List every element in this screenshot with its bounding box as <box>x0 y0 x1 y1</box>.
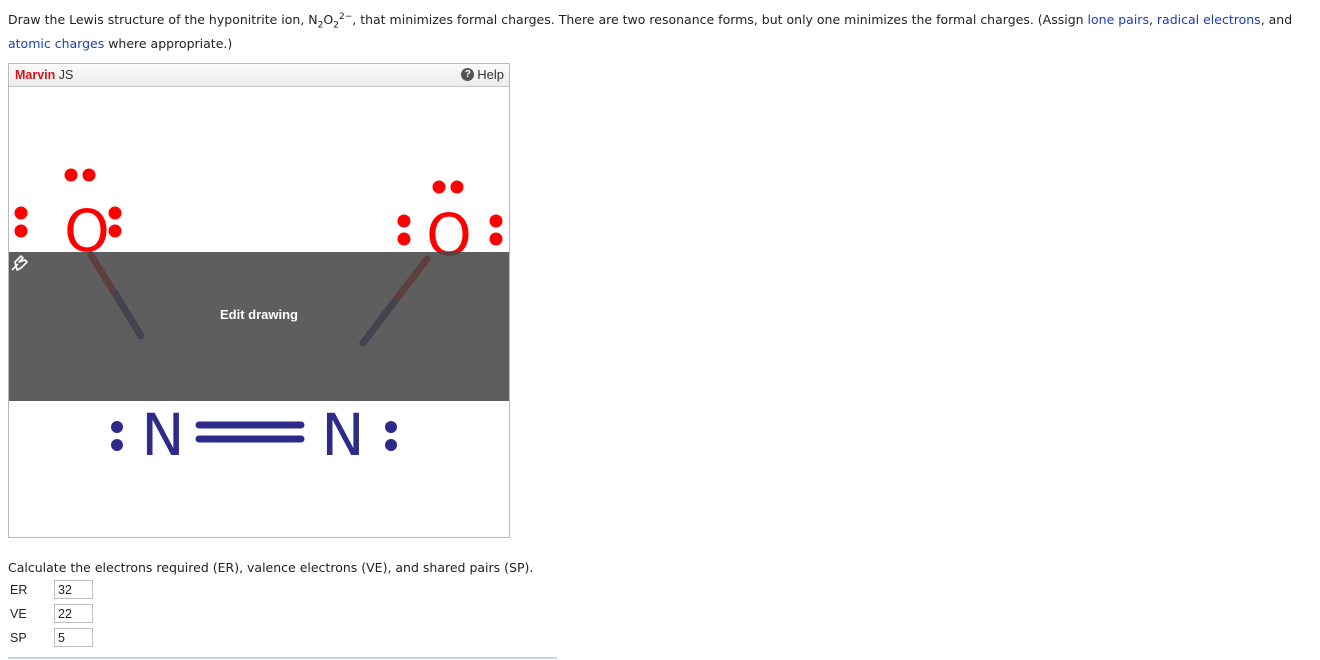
ve-label: VE <box>10 606 27 621</box>
calc-prompt: Calculate the electrons required (ER), v… <box>8 560 534 575</box>
edit-drawing-label: Edit drawing <box>220 307 298 322</box>
ve-input[interactable] <box>54 604 93 623</box>
atomic-charges-link[interactable]: atomic charges <box>8 36 104 51</box>
lone-pair-dot <box>385 439 397 451</box>
edit-drawing-overlay[interactable]: Edit drawing <box>9 252 509 401</box>
atom-n-left: N <box>141 401 184 469</box>
drawing-canvas[interactable]: O O N N Edit drawing <box>9 87 509 537</box>
sp-input[interactable] <box>54 628 93 647</box>
radical-electrons-link[interactable]: radical electrons <box>1157 12 1261 27</box>
lone-pair-dot <box>111 439 123 451</box>
marvin-js-label: JS <box>55 68 74 82</box>
help-button[interactable]: ? Help <box>461 67 504 82</box>
pointing-hand-icon <box>11 255 28 271</box>
help-icon: ? <box>461 68 475 81</box>
lone-pair-dot <box>64 168 78 182</box>
lone-pair-dot <box>108 206 122 220</box>
lone-pairs-link[interactable]: lone pairs <box>1088 12 1149 27</box>
ve-row: VE <box>10 604 93 623</box>
er-label: ER <box>10 582 28 597</box>
question-text: Draw the Lewis structure of the hyponitr… <box>8 11 1293 51</box>
lone-pair-dot <box>489 214 503 228</box>
sp-row: SP <box>10 628 93 647</box>
lone-pair-dot <box>432 180 446 194</box>
er-input[interactable] <box>54 580 93 599</box>
lone-pair-dot <box>397 214 411 228</box>
er-row: ER <box>10 580 93 599</box>
marvin-header: Marvin JS ? Help <box>9 64 509 87</box>
lone-pair-dot <box>489 232 503 246</box>
help-label: Help <box>477 67 504 82</box>
lone-pair-dot <box>385 421 397 433</box>
marvin-title: Marvin JS <box>15 67 73 82</box>
lone-pair-dot <box>108 224 122 238</box>
atom-n-right: N <box>321 401 364 469</box>
lone-pair-dot <box>111 421 123 433</box>
lone-pair-dot <box>82 168 96 182</box>
lone-pair-dot <box>450 180 464 194</box>
lone-pair-dot <box>14 224 28 238</box>
lone-pair-dot <box>14 206 28 220</box>
divider <box>8 657 557 659</box>
sp-label: SP <box>10 630 27 645</box>
marvin-brand: Marvin <box>15 68 56 82</box>
marvin-editor[interactable]: Marvin JS ? Help O O N N Edit drawing <box>8 63 510 538</box>
lone-pair-dot <box>397 232 411 246</box>
